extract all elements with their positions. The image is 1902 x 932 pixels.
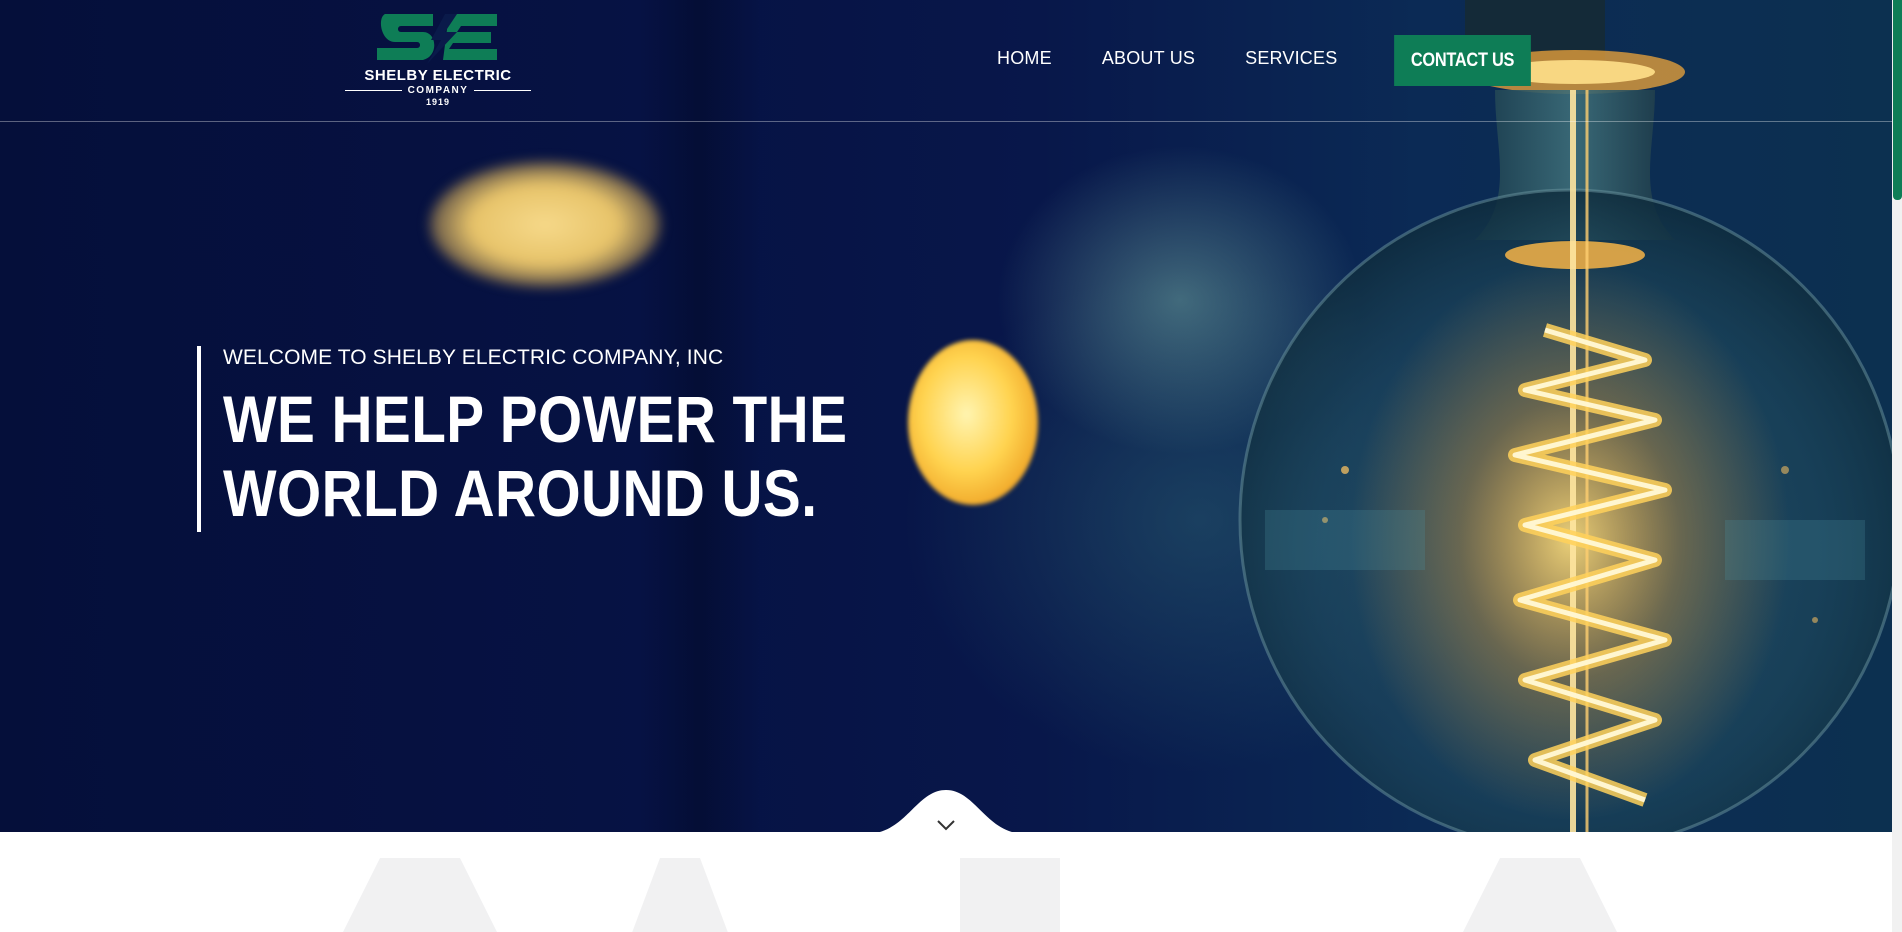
nav-item-home[interactable]: HOME [997,48,1052,69]
hero-headline-block: WELCOME TO SHELBY ELECTRIC COMPANY, INC … [197,346,949,532]
contact-us-button[interactable]: CONTACT US [1394,35,1531,86]
lightbulb-image [1238,0,1892,832]
hero-kicker: WELCOME TO SHELBY ELECTRIC COMPANY, INC [223,346,724,369]
background-light-blur [430,162,660,287]
logo-company-name: SHELBY ELECTRIC [364,67,512,84]
hero-headline-line-2: WORLD AROUND US. [223,456,818,530]
main-nav: HOME ABOUT US SERVICES [997,48,1387,69]
scroll-down-button[interactable] [866,784,1026,834]
header-divider [0,121,1892,122]
scrollbar-thumb[interactable] [1893,0,1902,200]
nav-item-services[interactable]: SERVICES [1245,48,1337,69]
site-logo[interactable]: SHELBY ELECTRIC COMPANY 1919 [345,10,531,114]
logo-company-label: COMPANY [407,85,469,96]
next-section [0,832,1892,932]
hero-headline-line-1: WE HELP POWER THE [223,382,848,456]
nav-item-about-us[interactable]: ABOUT US [1102,48,1195,69]
hero-headline: WE HELP POWER THE WORLD AROUND US. [223,382,847,530]
logo-mark-icon [377,14,497,64]
logo-year: 1919 [425,97,451,107]
